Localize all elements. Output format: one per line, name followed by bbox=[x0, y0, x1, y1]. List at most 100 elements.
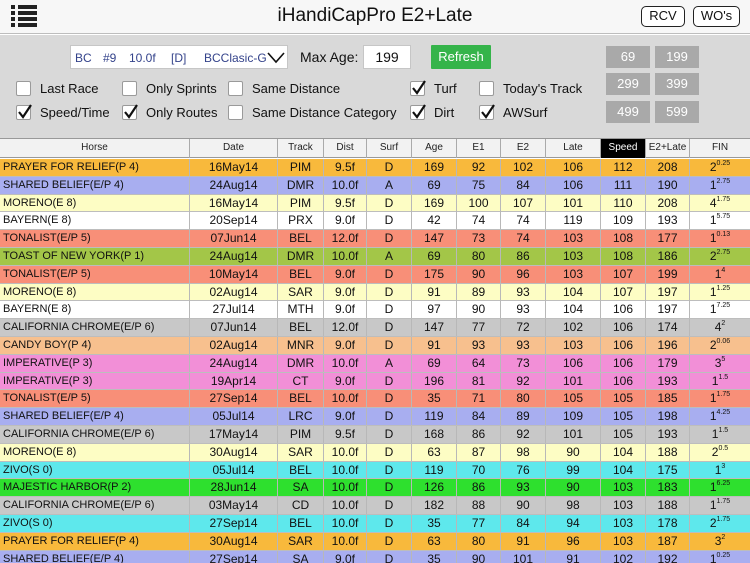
table-row[interactable]: PRAYER FOR RELIEF(P 4) 30Aug14 SAR 10.0f D 63… bbox=[0, 532, 750, 551]
cell-e2: 84 bbox=[501, 176, 546, 194]
cell-fin: 32 bbox=[690, 533, 750, 550]
checkbox-box[interactable] bbox=[228, 105, 243, 120]
range-button-599[interactable]: 599 bbox=[655, 101, 699, 123]
cell-age: 35 bbox=[412, 390, 457, 408]
cell-dist: 12.0f bbox=[324, 230, 367, 248]
finish-position: 1 bbox=[709, 302, 717, 317]
table-row[interactable]: TOAST OF NEW YORK(P 1) 24Aug14 DMR 10.0f A 69… bbox=[0, 248, 750, 266]
cell-age: 42 bbox=[412, 212, 457, 230]
cell-date: 19Apr14 bbox=[190, 372, 278, 390]
table-row[interactable]: SHARED BELIEF(E/P 4) 24Aug14 DMR 10.0f A 69 75… bbox=[0, 176, 750, 195]
cell-late: 103 bbox=[546, 265, 601, 283]
cell-speed: 103 bbox=[601, 479, 646, 497]
checkbox-box[interactable] bbox=[410, 80, 426, 96]
column-header-horse[interactable]: Horse bbox=[0, 139, 190, 158]
cell-dist: 10.0f bbox=[324, 461, 367, 479]
checkbox-box[interactable] bbox=[228, 81, 243, 96]
refresh-button[interactable]: Refresh bbox=[431, 45, 491, 69]
column-header-age[interactable]: Age bbox=[412, 139, 457, 158]
cell-fin: 22.75 bbox=[690, 248, 750, 265]
cell-e2late: 183 bbox=[646, 479, 690, 497]
range-button-199[interactable]: 199 bbox=[655, 46, 699, 68]
checkbox-box[interactable] bbox=[479, 81, 494, 96]
cell-track: DMR bbox=[278, 248, 324, 265]
cell-e2: 74 bbox=[501, 212, 546, 230]
cell-age: 175 bbox=[412, 265, 457, 283]
table-row[interactable]: IMPERATIVE(P 3) 24Aug14 DMR 10.0f A 69 64 73 106… bbox=[0, 354, 750, 373]
table-row[interactable]: PRAYER FOR RELIEF(P 4) 16May14 PIM 9.5f D 169… bbox=[0, 159, 750, 177]
cell-horse: PRAYER FOR RELIEF(P 4) bbox=[0, 159, 190, 176]
race-surface: [D] bbox=[171, 51, 187, 65]
table-row[interactable]: MORENO(E 8) 16May14 PIM 9.5f D 169 100 107 101 11… bbox=[0, 194, 750, 213]
table-row[interactable]: TONALIST(E/P 5) 27Sep14 BEL 10.0f D 35 71 80 105… bbox=[0, 390, 750, 409]
cell-fin: 35 bbox=[690, 355, 750, 372]
checkbox-box[interactable] bbox=[479, 104, 495, 120]
cell-age: 147 bbox=[412, 230, 457, 248]
table-row[interactable]: SHARED BELIEF(E/P 4) 05Jul14 LRC 9.0f D 119 84… bbox=[0, 408, 750, 426]
column-header-e1[interactable]: E1 bbox=[457, 139, 501, 158]
table-row[interactable]: CALIFORNIA CHROME(E/P 6) 17May14 PIM 9.5f D 1… bbox=[0, 426, 750, 444]
table-row[interactable]: TONALIST(E/P 5) 07Jun14 BEL 12.0f D 147 73 74 10… bbox=[0, 230, 750, 248]
race-selector[interactable]: BC #9 10.0f [D] BCClasic-G bbox=[70, 45, 288, 69]
range-button-69[interactable]: 69 bbox=[606, 46, 650, 68]
range-button-499[interactable]: 499 bbox=[606, 101, 650, 123]
range-button-299[interactable]: 299 bbox=[606, 73, 650, 95]
lengths-behind: 0.25 bbox=[716, 551, 731, 559]
table-row[interactable]: ZIVO(S 0) 05Jul14 BEL 10.0f D 119 70 76 99 104 175… bbox=[0, 461, 750, 480]
table-row[interactable]: CANDY BOY(P 4) 02Aug14 MNR 9.0f D 91 93 93 103 10… bbox=[0, 337, 750, 355]
cell-horse: ZIVO(S 0) bbox=[0, 461, 190, 479]
table-row[interactable]: CALIFORNIA CHROME(E/P 6) 07Jun14 BEL 12.0f D… bbox=[0, 319, 750, 337]
cell-horse: CALIFORNIA CHROME(E/P 6) bbox=[0, 426, 190, 443]
table-row[interactable]: ZIVO(S 0) 27Sep14 BEL 10.0f D 35 77 84 94 103 178 2… bbox=[0, 515, 750, 533]
cell-age: 182 bbox=[412, 497, 457, 515]
checkbox-label: Turf bbox=[434, 81, 457, 96]
table-row[interactable]: TONALIST(E/P 5) 10May14 BEL 9.0f D 175 90 96 103… bbox=[0, 265, 750, 284]
max-age-input[interactable]: 199 bbox=[363, 45, 411, 69]
cell-e1: 81 bbox=[457, 372, 501, 390]
table-row[interactable]: MORENO(E 8) 30Aug14 SAR 10.0f D 63 87 98 90 104 18… bbox=[0, 443, 750, 462]
column-header-speed[interactable]: Speed bbox=[601, 139, 646, 158]
cell-horse: IMPERATIVE(P 3) bbox=[0, 354, 190, 372]
cell-late: 103 bbox=[546, 248, 601, 265]
lengths-behind: 1.75 bbox=[716, 516, 731, 523]
lengths-behind: 4 bbox=[721, 266, 726, 274]
cell-e1: 90 bbox=[457, 550, 501, 563]
cell-e2late: 208 bbox=[646, 194, 690, 212]
cell-fin: 17.25 bbox=[690, 301, 750, 318]
column-header-e2[interactable]: E2 bbox=[501, 139, 546, 158]
column-header-track[interactable]: Track bbox=[278, 139, 324, 158]
lengths-behind: 1.75 bbox=[716, 195, 731, 203]
column-header-late[interactable]: Late bbox=[546, 139, 601, 158]
checkbox-box[interactable] bbox=[16, 81, 31, 96]
range-button-399[interactable]: 399 bbox=[655, 73, 699, 95]
table-row[interactable]: MAJESTIC HARBOR(P 2) 28Jun14 SA 10.0f D 126 86… bbox=[0, 479, 750, 498]
cell-e2late: 179 bbox=[646, 354, 690, 372]
rcv-button[interactable]: RCV bbox=[641, 6, 685, 27]
column-header-date[interactable]: Date bbox=[190, 139, 278, 158]
race-distance: 10.0f bbox=[129, 51, 156, 65]
cell-surf: D bbox=[367, 497, 412, 515]
cell-e2: 98 bbox=[501, 443, 546, 461]
checkbox-box[interactable] bbox=[410, 104, 426, 120]
wos-button[interactable]: WO's bbox=[693, 6, 740, 27]
column-header-e2-late[interactable]: E2+Late bbox=[646, 139, 690, 158]
cell-e2late: 198 bbox=[646, 408, 690, 426]
finish-position: 1 bbox=[709, 409, 717, 424]
checkbox-box[interactable] bbox=[122, 104, 138, 120]
table-row[interactable]: CALIFORNIA CHROME(E/P 6) 03May14 CD 10.0f D 1… bbox=[0, 497, 750, 515]
table-row[interactable]: BAYERN(E 8) 27Jul14 MTH 9.0f D 97 90 93 104 106 19… bbox=[0, 301, 750, 320]
cell-surf: D bbox=[367, 515, 412, 532]
column-header-surf[interactable]: Surf bbox=[367, 139, 412, 158]
checkbox-box[interactable] bbox=[122, 81, 137, 96]
table-row[interactable]: SHARED BELIEF(E/P 4) 27Sep14 SA 9.0f D 35 90 10… bbox=[0, 550, 750, 563]
table-row[interactable]: BAYERN(E 8) 20Sep14 PRX 9.0f D 42 74 74 119 109 19… bbox=[0, 212, 750, 231]
cell-age: 91 bbox=[412, 283, 457, 301]
cell-e2: 93 bbox=[501, 337, 546, 354]
cell-dist: 9.0f bbox=[324, 550, 367, 563]
cell-track: BEL bbox=[278, 461, 324, 479]
column-header-fin[interactable]: FIN bbox=[690, 139, 750, 158]
column-header-dist[interactable]: Dist bbox=[324, 139, 367, 158]
checkbox-box[interactable] bbox=[16, 104, 32, 120]
table-row[interactable]: MORENO(E 8) 02Aug14 SAR 9.0f D 91 89 93 104 107 19… bbox=[0, 283, 750, 302]
table-row[interactable]: IMPERATIVE(P 3) 19Apr14 CT 9.0f D 196 81 92 101 1… bbox=[0, 372, 750, 391]
